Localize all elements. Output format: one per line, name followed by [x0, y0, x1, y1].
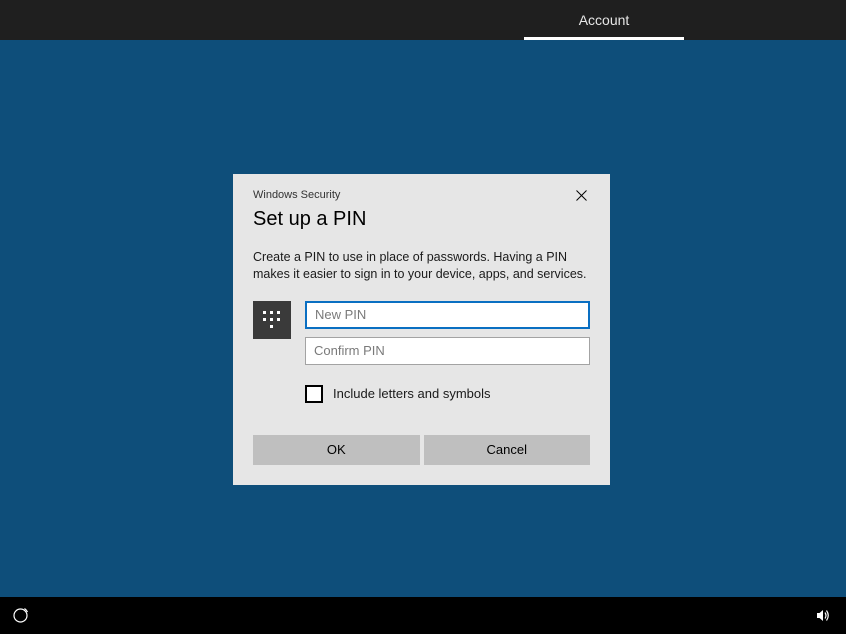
tab-account-label: Account	[579, 12, 630, 28]
ease-of-access-icon	[12, 607, 29, 624]
close-button[interactable]	[572, 186, 590, 204]
dialog-title: Set up a PIN	[253, 208, 590, 231]
cancel-button[interactable]: Cancel	[424, 435, 591, 465]
include-symbols-checkbox[interactable]	[305, 385, 323, 403]
dialog-window-title: Windows Security	[253, 189, 340, 201]
tab-account[interactable]: Account	[524, 0, 684, 40]
top-bar: Account	[0, 0, 846, 40]
bottom-bar	[0, 597, 846, 634]
ok-button[interactable]: OK	[253, 435, 420, 465]
dialog-description: Create a PIN to use in place of password…	[253, 249, 590, 283]
include-symbols-label: Include letters and symbols	[333, 386, 491, 401]
volume-button[interactable]	[815, 607, 832, 629]
new-pin-input[interactable]	[305, 301, 590, 329]
ease-of-access-button[interactable]	[12, 607, 29, 629]
confirm-pin-input[interactable]	[305, 337, 590, 365]
pin-setup-dialog: Windows Security Set up a PIN Create a P…	[233, 174, 610, 485]
volume-icon	[815, 607, 832, 624]
oobe-stage: Windows Security Set up a PIN Create a P…	[0, 40, 846, 597]
keypad-icon	[253, 301, 291, 339]
close-icon	[576, 190, 587, 201]
